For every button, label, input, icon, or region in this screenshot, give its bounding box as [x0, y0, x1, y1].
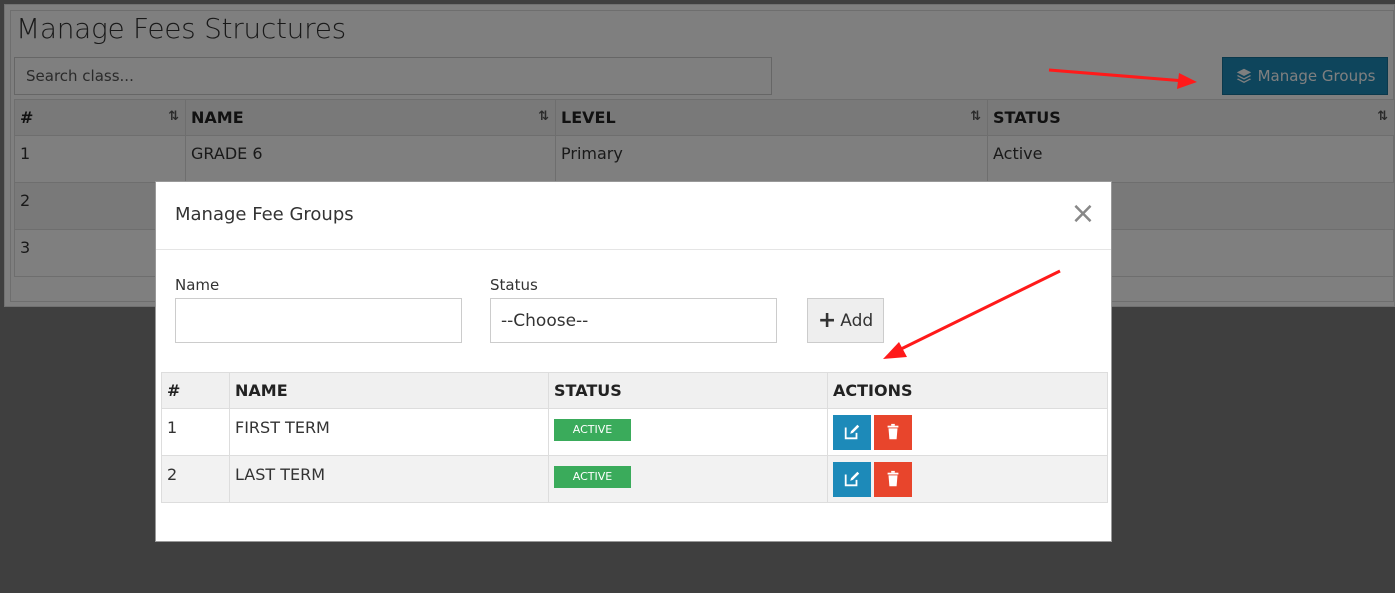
cell-name: LAST TERM [229, 455, 549, 503]
edit-icon [844, 424, 860, 440]
status-badge: ACTIVE [554, 419, 631, 441]
cell-status: ACTIVE [548, 408, 828, 456]
delete-button[interactable] [874, 414, 912, 450]
cell-number: 1 [161, 408, 230, 456]
modal-title: Manage Fee Groups [175, 204, 354, 225]
edit-button[interactable] [833, 414, 871, 450]
column-header-name: NAME [229, 372, 549, 409]
cell-number: 2 [161, 455, 230, 503]
add-button[interactable]: + Add [807, 298, 884, 343]
table-header-row: # NAME STATUS ACTIONS [161, 372, 1108, 409]
cell-status: ACTIVE [548, 455, 828, 503]
column-header-number: # [161, 372, 230, 409]
column-header-actions: ACTIONS [827, 372, 1108, 409]
status-label: Status [490, 276, 538, 294]
trash-icon [887, 470, 899, 487]
status-badge: ACTIVE [554, 466, 631, 488]
cell-actions [827, 408, 1108, 456]
delete-button[interactable] [874, 461, 912, 497]
table-row[interactable]: 2 LAST TERM ACTIVE [161, 455, 1108, 503]
cell-name: FIRST TERM [229, 408, 549, 456]
cell-actions [827, 455, 1108, 503]
fee-groups-table: # NAME STATUS ACTIONS 1 FIRST TERM ACTIV… [161, 372, 1108, 503]
edit-button[interactable] [833, 461, 871, 497]
status-select-value: --Choose-- [501, 310, 589, 331]
trash-icon [887, 423, 899, 440]
name-field[interactable] [175, 298, 462, 343]
close-icon[interactable]: × [1070, 199, 1096, 229]
annotation-arrow [1048, 68, 1197, 89]
add-button-label: Add [840, 310, 874, 331]
modal-header: Manage Fee Groups × [156, 182, 1111, 250]
status-select[interactable]: --Choose-- [490, 298, 777, 343]
name-label: Name [175, 276, 220, 294]
plus-icon: + [817, 307, 837, 333]
table-row[interactable]: 1 FIRST TERM ACTIVE [161, 408, 1108, 456]
column-header-status: STATUS [548, 372, 828, 409]
edit-icon [844, 471, 860, 487]
annotation-arrow [883, 269, 1061, 359]
